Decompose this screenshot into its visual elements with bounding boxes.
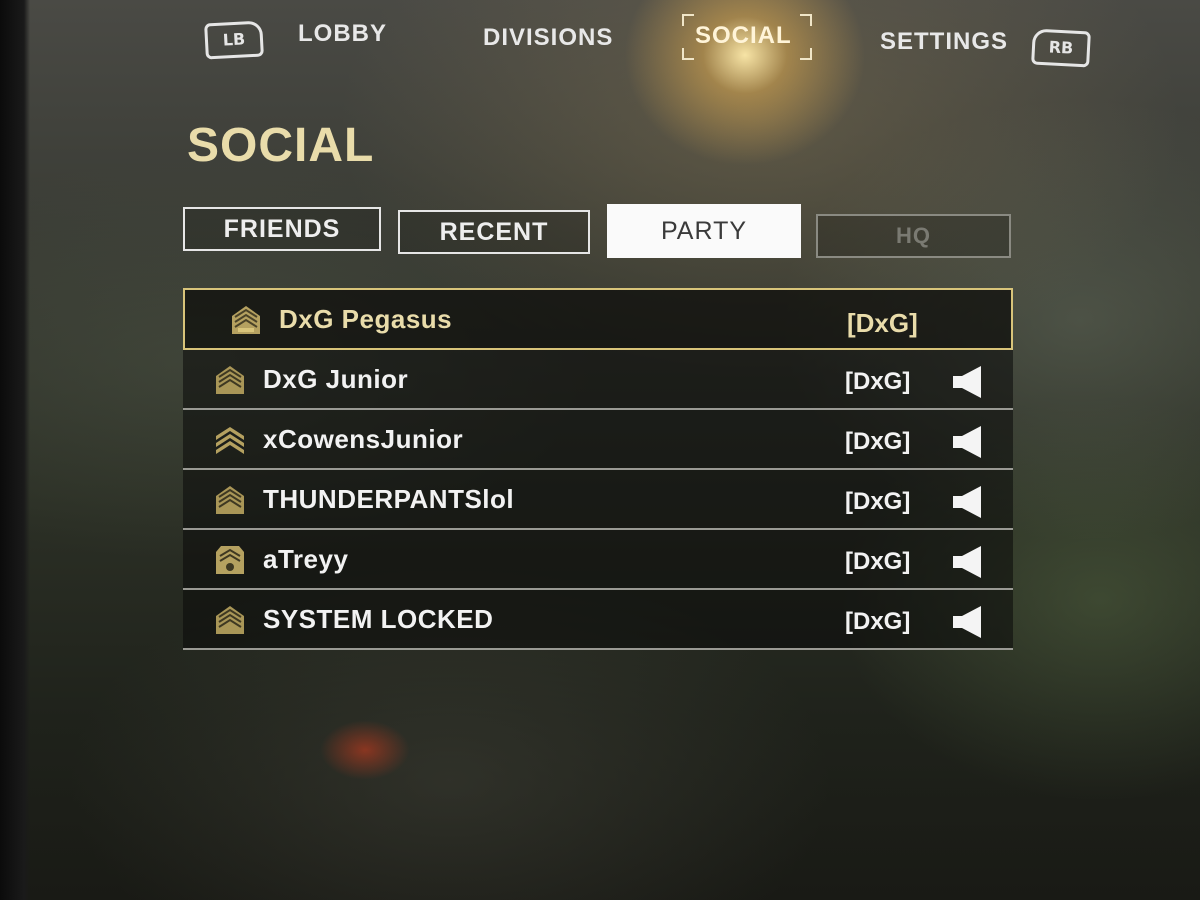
clan-tag: [DxG] xyxy=(847,308,918,338)
speaker-icon[interactable] xyxy=(951,544,987,580)
speaker-icon[interactable] xyxy=(951,484,987,520)
speaker-icon[interactable] xyxy=(951,424,987,460)
party-member-row[interactable]: SYSTEM LOCKED [DxG] xyxy=(183,590,1013,650)
background-light xyxy=(320,720,410,780)
party-member-row[interactable]: aTreyy [DxG] xyxy=(183,530,1013,590)
clan-tag: [DxG] xyxy=(845,548,911,575)
monitor-bezel xyxy=(0,0,30,900)
player-name: xCowensJunior xyxy=(263,424,464,454)
sergeant-rank-icon xyxy=(216,606,244,634)
sergeant-rank-icon xyxy=(232,306,260,334)
player-name: SYSTEM LOCKED xyxy=(263,604,494,634)
page-title: SOCIAL xyxy=(187,119,375,172)
sergeant-rank-icon xyxy=(216,546,244,574)
rb-bumper-button[interactable]: RB xyxy=(1031,28,1091,68)
nav-item-lobby[interactable]: LOBBY xyxy=(298,20,387,48)
clan-tag: [DxG] xyxy=(845,428,911,455)
speaker-icon[interactable] xyxy=(951,604,987,640)
nav-item-settings[interactable]: SETTINGS xyxy=(880,28,1008,56)
tab-recent[interactable]: RECENT xyxy=(398,210,590,254)
nav-item-social[interactable]: SOCIAL xyxy=(695,22,792,50)
speaker-icon[interactable] xyxy=(951,364,987,400)
party-member-list: DxG Pegasus [DxG] DxG Junior [DxG] xCowe… xyxy=(183,288,1013,650)
party-member-row[interactable]: DxG Junior [DxG] xyxy=(183,350,1013,410)
tab-friends[interactable]: FRIENDS xyxy=(183,207,381,251)
party-member-row[interactable]: DxG Pegasus [DxG] xyxy=(183,288,1013,350)
lb-bumper-button[interactable]: LB xyxy=(204,20,264,60)
clan-tag: [DxG] xyxy=(845,368,911,395)
player-name: DxG Pegasus xyxy=(279,304,453,334)
tab-party[interactable]: PARTY xyxy=(607,204,801,258)
player-name: DxG Junior xyxy=(263,364,409,394)
tab-hq: HQ xyxy=(816,214,1011,258)
top-navigation: LB LOBBY DIVISIONS SOCIAL SETTINGS RB xyxy=(0,0,1200,80)
nav-item-divisions[interactable]: DIVISIONS xyxy=(483,24,613,52)
sergeant-rank-icon xyxy=(216,486,244,514)
clan-tag: [DxG] xyxy=(845,608,911,635)
game-screen: LB LOBBY DIVISIONS SOCIAL SETTINGS RB SO… xyxy=(0,0,1200,900)
player-name: THUNDERPANTSlol xyxy=(263,484,515,514)
sergeant-rank-icon xyxy=(216,366,244,394)
clan-tag: [DxG] xyxy=(845,488,911,515)
party-member-row[interactable]: xCowensJunior [DxG] xyxy=(183,410,1013,470)
player-name: aTreyy xyxy=(263,544,349,574)
sergeant-rank-icon xyxy=(216,427,244,454)
party-member-row[interactable]: THUNDERPANTSlol [DxG] xyxy=(183,470,1013,530)
